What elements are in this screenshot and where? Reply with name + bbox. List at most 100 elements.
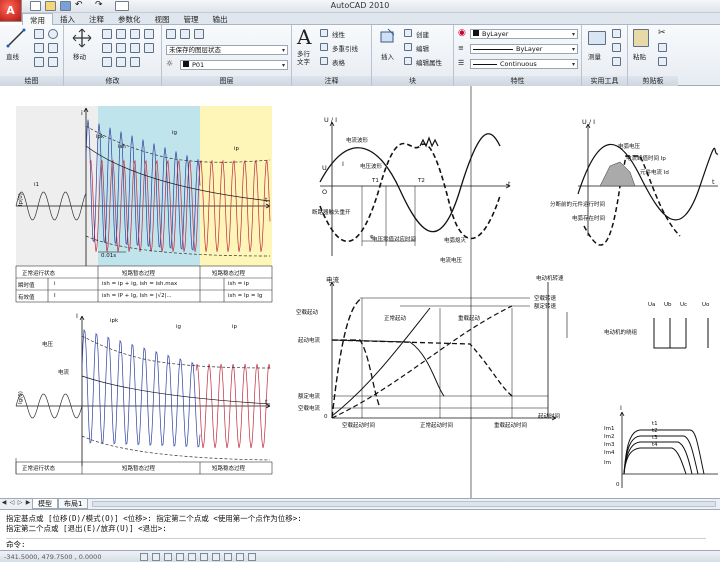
status-bar: -341.5000, 479.7500 , 0.0000 [0, 550, 720, 562]
stretch-icon[interactable] [144, 43, 154, 53]
edit-attributes-label[interactable]: 编辑属性 [416, 57, 442, 67]
array-icon[interactable] [116, 57, 126, 67]
fig4-table-normal: 正常运行状态 [22, 466, 56, 472]
fig6-uo-label: Uo [702, 302, 710, 308]
prev-tab-arrow-icon[interactable]: ◁ [8, 499, 16, 509]
command-input[interactable]: 命令: [6, 538, 706, 549]
utilities-panel-title[interactable]: 实用工具 [582, 76, 627, 86]
layer-properties-icon[interactable] [166, 29, 176, 39]
light-bulb-icon[interactable]: ☼ [166, 59, 173, 68]
block-panel-title[interactable]: 块 [372, 76, 453, 86]
id-point-icon[interactable] [612, 57, 621, 66]
tab-home[interactable]: 常用 [22, 13, 53, 25]
snap-mode-icon[interactable] [140, 553, 148, 561]
fig4-voltage-label: 电压 [42, 342, 54, 348]
rectangle-icon[interactable] [48, 43, 58, 53]
color-wheel-icon: ◉ [458, 28, 466, 38]
current-layer-dropdown[interactable]: P01 [180, 60, 288, 70]
multileader-icon[interactable] [320, 43, 328, 51]
application-menu-button[interactable]: A [0, 0, 22, 22]
quick-properties-icon[interactable] [248, 553, 256, 561]
offset-icon[interactable] [130, 57, 140, 67]
properties-panel-title[interactable]: 特性 [454, 76, 581, 86]
tab-insert[interactable]: 插入 [53, 13, 82, 25]
fig1-table-rms-steady: ish = Ip = Ig [228, 293, 263, 299]
arc-icon[interactable] [34, 43, 44, 53]
paste-icon[interactable] [633, 29, 649, 47]
tab-view[interactable]: 视图 [148, 13, 177, 25]
first-tab-arrow-icon[interactable]: ◀ [0, 499, 8, 509]
fig4-lower-envelope [81, 435, 271, 461]
fig2-O-label: O [322, 188, 328, 196]
edit-attributes-icon[interactable] [404, 57, 412, 65]
explode-icon[interactable] [130, 43, 140, 53]
region-icon[interactable] [48, 57, 58, 67]
tab-model[interactable]: 模型 [32, 499, 58, 509]
fillet-icon[interactable] [116, 43, 126, 53]
dynamic-input-icon[interactable] [224, 553, 232, 561]
measure-icon[interactable] [588, 31, 606, 45]
fig2-I-label: I [342, 160, 344, 168]
edit-block-icon[interactable] [404, 43, 412, 51]
move-icon[interactable] [72, 28, 92, 48]
layer-freeze-icon[interactable] [194, 29, 204, 39]
fig2-contact-label: 断路器触头重开 [312, 210, 351, 216]
linear-dimension-icon[interactable] [320, 29, 328, 37]
create-block-label[interactable]: 创建 [416, 29, 429, 39]
next-tab-arrow-icon[interactable]: ▷ [16, 499, 24, 509]
object-snap-tracking-icon[interactable] [200, 553, 208, 561]
color-dropdown[interactable]: ByLayer [470, 29, 578, 39]
line-tool-icon[interactable] [6, 28, 26, 48]
create-block-icon[interactable] [404, 29, 412, 37]
layer-state-dropdown[interactable]: 未保存的图层状态 [166, 45, 288, 55]
polar-tracking-icon[interactable] [176, 553, 184, 561]
copy-clip-icon[interactable] [658, 43, 667, 52]
calculator-icon[interactable] [612, 43, 621, 52]
tab-layout1[interactable]: 布局1 [58, 499, 89, 509]
tab-manage[interactable]: 管理 [177, 13, 206, 25]
linear-dimension-label[interactable]: 线性 [332, 29, 345, 39]
lineweight-dropdown[interactable]: Continuous [470, 59, 578, 69]
linetype-dropdown[interactable]: ByLayer [470, 44, 578, 54]
polyline-icon[interactable] [34, 29, 44, 39]
drawing-canvas[interactable]: i t ipk ish ig ip i1 Ip(0) 0.01s 正常运行状态 … [0, 86, 720, 498]
fig2-t-axis-label: t [508, 180, 511, 188]
multileader-label[interactable]: 多重引线 [332, 43, 358, 53]
rotate-icon[interactable] [102, 29, 112, 39]
layer-color-swatch [183, 61, 189, 67]
layers-panel-title[interactable]: 图层 [162, 76, 291, 86]
table-label[interactable]: 表格 [332, 57, 345, 67]
grid-display-icon[interactable] [152, 553, 160, 561]
table-icon[interactable] [320, 57, 328, 65]
copy-icon[interactable] [144, 29, 154, 39]
layer-isolate-icon[interactable] [180, 29, 190, 39]
ortho-mode-icon[interactable] [164, 553, 172, 561]
draw-panel-title[interactable]: 绘图 [0, 76, 63, 86]
fig4-table-transient: 短路暂态过程 [122, 466, 156, 472]
tab-parametric[interactable]: 参数化 [111, 13, 148, 25]
fig2-T2-label: T2 [418, 178, 425, 184]
insert-block-icon[interactable] [379, 28, 397, 46]
last-tab-arrow-icon[interactable]: ▶ [24, 499, 32, 509]
circle-icon[interactable] [48, 29, 58, 39]
match-properties-icon[interactable] [658, 57, 667, 66]
modify-panel-title[interactable]: 修改 [64, 76, 161, 86]
scale-icon[interactable] [102, 57, 112, 67]
quick-select-icon[interactable] [612, 29, 621, 38]
dynamic-ucs-icon[interactable] [212, 553, 220, 561]
tab-annotate[interactable]: 注释 [82, 13, 111, 25]
trim-icon[interactable] [116, 29, 126, 39]
erase-icon[interactable] [130, 29, 140, 39]
edit-block-label[interactable]: 编辑 [416, 43, 429, 53]
horizontal-scrollbar[interactable] [92, 501, 716, 507]
cut-icon[interactable]: ✂ [658, 28, 666, 38]
multiline-text-icon[interactable]: A [297, 25, 311, 49]
fig4-current-label: 电流 [58, 370, 70, 376]
clipboard-panel-title[interactable]: 剪贴板 [628, 76, 678, 86]
object-snap-icon[interactable] [188, 553, 196, 561]
lineweight-toggle-icon[interactable] [236, 553, 244, 561]
tab-output[interactable]: 输出 [206, 13, 235, 25]
hatch-icon[interactable] [34, 57, 44, 67]
annotation-panel-title[interactable]: 注释 [292, 76, 371, 86]
mirror-icon[interactable] [102, 43, 112, 53]
